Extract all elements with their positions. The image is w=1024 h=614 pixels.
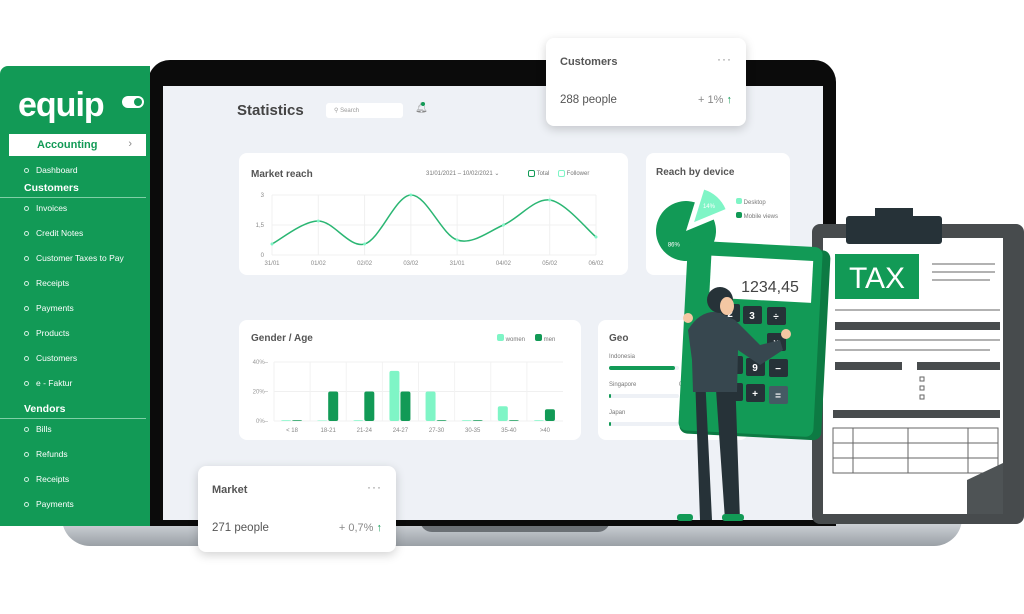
clipboard-icon: TAX bbox=[812, 208, 1024, 524]
tax-label: TAX bbox=[849, 262, 905, 295]
calculator-key-label: 3 bbox=[749, 311, 755, 322]
calculator-display: 1234,45 bbox=[741, 279, 799, 296]
tax-illustration: TAX 1234,45 23÷5×89−0+= bbox=[677, 208, 1024, 524]
calculator-key-label: ÷ bbox=[773, 312, 779, 323]
calculator-key-label: = bbox=[775, 391, 781, 402]
calculator-key-label: − bbox=[775, 364, 781, 375]
calculator-key-label: + bbox=[752, 389, 758, 400]
calculator-key-label: 9 bbox=[752, 363, 758, 374]
